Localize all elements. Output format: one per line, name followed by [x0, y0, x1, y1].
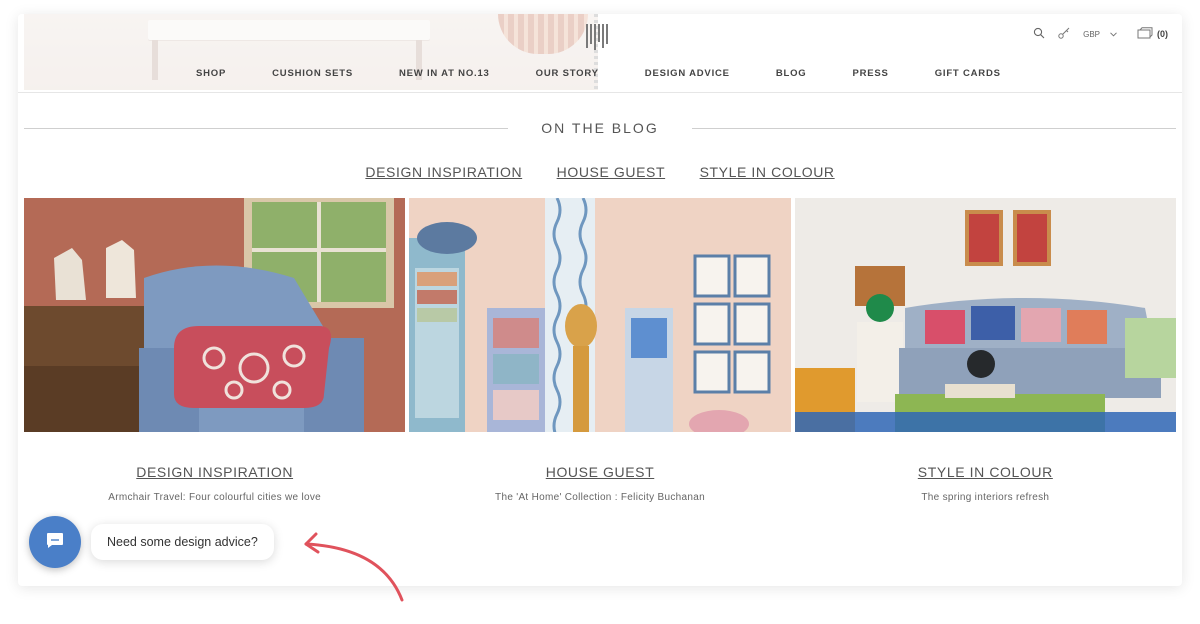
- nav-design-advice[interactable]: DESIGN ADVICE: [645, 68, 730, 79]
- chat-launcher-button[interactable]: [29, 516, 81, 568]
- nav-press[interactable]: PRESS: [852, 68, 888, 79]
- section-title: ON THE BLOG: [541, 120, 659, 136]
- post-image-house-guest[interactable]: [409, 198, 791, 432]
- nav-blog[interactable]: BLOG: [776, 68, 807, 79]
- tab-design-inspiration[interactable]: DESIGN INSPIRATION: [365, 164, 522, 180]
- search-icon[interactable]: [1033, 27, 1045, 41]
- currency-label: GBP: [1083, 29, 1100, 39]
- living-room-illustration: [794, 198, 1176, 432]
- divider-left: [24, 128, 508, 129]
- post-category-link[interactable]: STYLE IN COLOUR: [795, 464, 1176, 480]
- post-image-living-room[interactable]: [794, 198, 1176, 432]
- post-card-2: HOUSE GUEST The 'At Home' Collection : F…: [409, 464, 790, 503]
- tab-house-guest[interactable]: HOUSE GUEST: [557, 164, 666, 180]
- currency-selector[interactable]: GBP: [1083, 30, 1117, 39]
- account-icon[interactable]: [1057, 26, 1071, 42]
- blog-image-grid: [24, 198, 1176, 432]
- post-title[interactable]: The spring interiors refresh: [795, 492, 1176, 503]
- site-header: SHOP CUSHION SETS NEW IN AT NO.13 OUR ST…: [18, 14, 1182, 93]
- nav-new-in[interactable]: NEW IN AT NO.13: [399, 68, 490, 79]
- blog-category-tabs: DESIGN INSPIRATION HOUSE GUEST STYLE IN …: [18, 164, 1182, 182]
- chat-icon: [45, 530, 65, 555]
- tab-style-in-colour[interactable]: STYLE IN COLOUR: [700, 164, 835, 180]
- cart-count: (0): [1157, 29, 1168, 39]
- cart-button[interactable]: (0): [1137, 27, 1168, 41]
- chevron-down-icon: [1110, 30, 1117, 39]
- divider-right: [692, 128, 1176, 129]
- post-card-1: DESIGN INSPIRATION Armchair Travel: Four…: [24, 464, 405, 503]
- header-utilities: GBP (0): [1033, 26, 1168, 42]
- page-card: SHOP CUSHION SETS NEW IN AT NO.13 OUR ST…: [18, 14, 1182, 586]
- section-heading: ON THE BLOG: [18, 118, 1182, 138]
- nav-shop[interactable]: SHOP: [196, 68, 226, 79]
- post-title[interactable]: Armchair Travel: Four colourful cities w…: [24, 492, 405, 503]
- post-title[interactable]: The 'At Home' Collection : Felicity Buch…: [409, 492, 790, 503]
- main-nav: SHOP CUSHION SETS NEW IN AT NO.13 OUR ST…: [196, 68, 1047, 79]
- chat-prompt-text: Need some design advice?: [107, 535, 258, 549]
- post-image-armchair[interactable]: [24, 198, 406, 432]
- curved-arrow-icon: [304, 532, 404, 602]
- cart-icon: [1137, 27, 1153, 41]
- house-guest-illustration: [409, 198, 791, 432]
- nav-gift-cards[interactable]: GIFT CARDS: [935, 68, 1001, 79]
- chat-prompt-bubble[interactable]: Need some design advice?: [91, 524, 274, 560]
- nav-our-story[interactable]: OUR STORY: [536, 68, 599, 79]
- blog-post-captions: DESIGN INSPIRATION Armchair Travel: Four…: [24, 464, 1176, 503]
- post-category-link[interactable]: DESIGN INSPIRATION: [24, 464, 405, 480]
- brand-logo[interactable]: [586, 24, 610, 50]
- post-card-3: STYLE IN COLOUR The spring interiors ref…: [795, 464, 1176, 503]
- nav-cushion-sets[interactable]: CUSHION SETS: [272, 68, 353, 79]
- post-category-link[interactable]: HOUSE GUEST: [409, 464, 790, 480]
- armchair-room-illustration: [24, 198, 406, 432]
